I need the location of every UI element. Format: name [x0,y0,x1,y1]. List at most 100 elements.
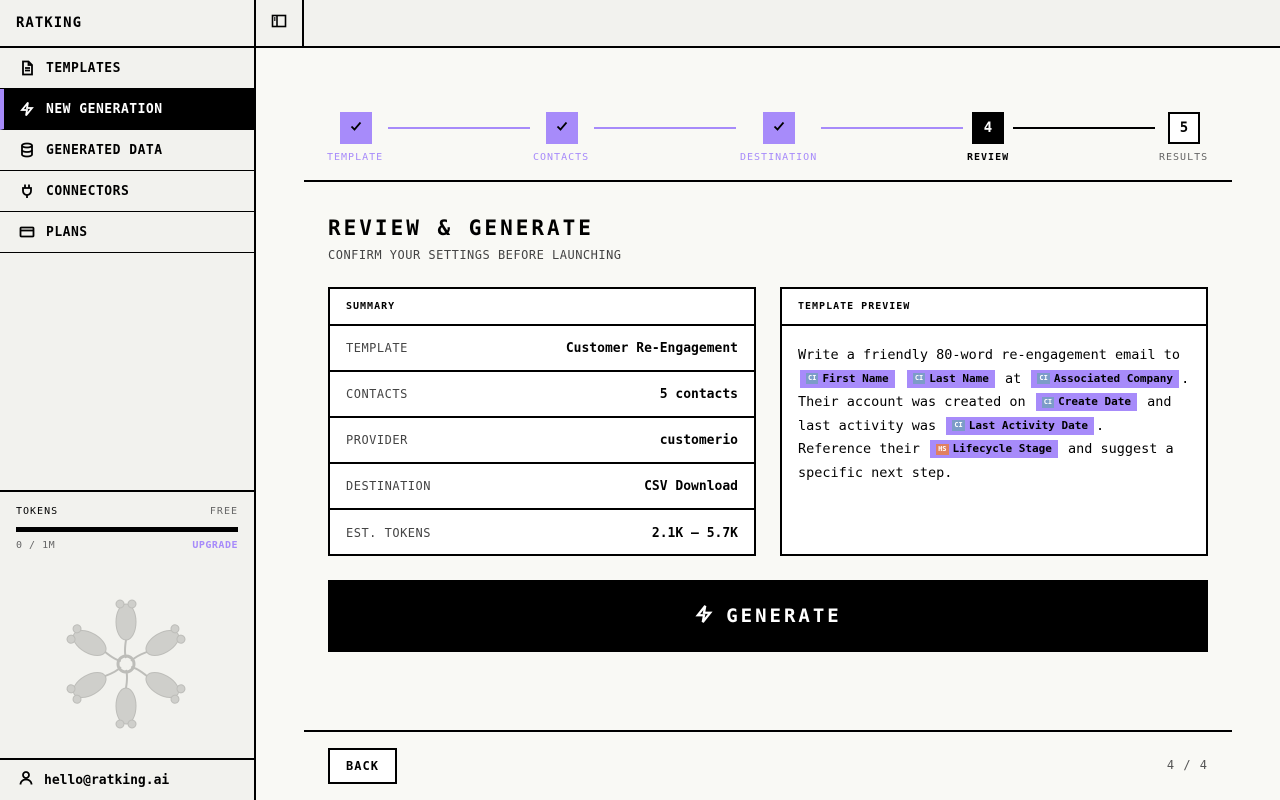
summary-label: PROVIDER [346,433,408,447]
sidebar-item-templates[interactable]: TEMPLATES [0,48,254,89]
sidebar-item-new-generation[interactable]: NEW GENERATION [0,89,254,130]
summary-label: DESTINATION [346,479,431,493]
sidebar-item-label: PLANS [46,224,88,240]
chip-label: Associated Company [1053,371,1174,385]
progress-stepper: TEMPLATE CONTACTS DESTINATION 4 REVIEW 5… [304,112,1232,182]
generate-button[interactable]: GENERATE [328,580,1208,652]
token-progress-bar [16,527,238,532]
variable-chip-create-date: CI Create Date [1035,393,1138,411]
token-usage: TOKENS FREE 0 / 1M UPGRADE [0,490,254,551]
step-contacts-label: CONTACTS [533,152,590,163]
ci-source-icon: CI [912,373,926,384]
step-connector [821,127,963,129]
variable-chip-last-name: CI Last Name [906,369,995,388]
summary-value: CSV Download [644,478,738,494]
variable-chip-last-activity-date: CI Last Activity Date [946,416,1094,435]
preview-text: . [1181,370,1190,387]
top-bar [256,0,1280,48]
preview-text: at [1005,370,1022,387]
document-icon [18,59,36,77]
hs-source-icon: HS [936,443,949,455]
summary-value: 5 contacts [659,386,738,402]
step-review-label: REVIEW [967,152,1010,163]
brand-logo[interactable]: RATKING [0,0,254,48]
back-button[interactable]: BACK [328,748,397,784]
summary-label: TEMPLATE [346,341,408,355]
summary-panel: SUMMARY TEMPLATE Customer Re-Engagement … [328,287,756,556]
summary-row-destination: DESTINATION CSV Download [330,464,754,510]
check-icon [772,119,786,137]
chip-label: Last Name [929,371,989,385]
summary-row-est-tokens: EST. TOKENS 2.1K – 5.7K [330,510,754,556]
tokens-label: TOKENS [16,506,59,517]
generate-label: GENERATE [726,605,842,627]
chip-label: Last Activity Date [968,418,1088,432]
plan-badge: FREE [209,506,238,517]
chip-label: First Name [822,371,889,385]
sidebar-item-label: NEW GENERATION [46,101,163,117]
step-counter: 4 / 4 [1166,758,1208,772]
step-connector [594,127,736,129]
token-usage-count: 0 / 1M [16,540,56,551]
summary-row-contacts: CONTACTS 5 contacts [330,372,754,418]
lightning-icon [694,604,726,629]
user-icon [18,770,44,790]
ci-source-icon: CI [806,373,819,384]
user-account[interactable]: hello@ratking.ai [0,758,254,800]
summary-header: SUMMARY [330,289,754,326]
sidebar: RATKING TEMPLATES NEW GENERATION GENERAT… [0,0,256,800]
step-template-box[interactable] [340,112,372,144]
summary-row-provider: PROVIDER customerio [330,418,754,464]
summary-label: CONTACTS [346,387,408,401]
summary-value: customerio [659,432,738,448]
step-connector [1013,127,1155,129]
sidebar-toggle-icon [271,13,287,33]
check-icon [555,119,569,137]
plug-icon [18,182,36,200]
step-results-label: RESULTS [1159,152,1209,163]
page-subtitle: CONFIRM YOUR SETTINGS BEFORE LAUNCHING [328,248,622,262]
sidebar-item-label: TEMPLATES [46,60,121,76]
variable-chip-associated-company: CI Associated Company [1031,369,1180,388]
credit-card-icon [18,223,36,241]
sidebar-item-connectors[interactable]: CONNECTORS [0,171,254,212]
preview-text: Reference their [798,441,920,457]
step-connector [388,127,530,129]
preview-text: Their account was created on [798,394,1026,410]
variable-chip-first-name: CI First Name [800,369,895,388]
summary-value: Customer Re-Engagement [565,340,738,356]
summary-value: 2.1K – 5.7K [651,525,738,541]
sidebar-item-plans[interactable]: PLANS [0,212,254,253]
step-destination-box[interactable] [763,112,795,144]
step-contacts-box[interactable] [546,112,578,144]
ci-source-icon: CI [1037,373,1050,384]
user-email: hello@ratking.ai [44,772,170,788]
sidebar-nav: TEMPLATES NEW GENERATION GENERATED DATA … [0,48,254,253]
summary-row-template: TEMPLATE Customer Re-Engagement [330,326,754,372]
preview-text: . [1095,417,1105,434]
sidebar-item-label: GENERATED DATA [46,142,163,158]
chip-label: Create Date [1058,395,1132,408]
check-icon [349,119,363,137]
step-results-box[interactable]: 5 [1168,112,1200,144]
lightning-icon [18,100,36,118]
database-icon [18,141,36,159]
summary-label: EST. TOKENS [346,526,431,540]
page-title: REVIEW & GENERATE [328,216,594,240]
chip-label: Lifecycle Stage [952,442,1052,455]
step-template-label: TEMPLATE [327,152,384,163]
template-preview-body: Write a friendly 80-word re-engagement e… [782,326,1206,503]
ci-source-icon: CI [952,420,965,431]
sidebar-toggle-button[interactable] [256,0,304,46]
step-review-box[interactable]: 4 [972,112,1004,144]
template-preview-panel: TEMPLATE PREVIEW Write a friendly 80-wor… [780,287,1208,556]
template-preview-header: TEMPLATE PREVIEW [782,289,1206,326]
rat-king-logo-icon [50,588,202,740]
variable-chip-lifecycle-stage: HS Lifecycle Stage [930,440,1058,458]
preview-text: Write a friendly 80-word re-engagement e… [798,347,1181,363]
ci-source-icon: CI [1041,396,1055,408]
upgrade-link[interactable]: UPGRADE [192,540,238,551]
brand-name: RATKING [16,15,83,31]
sidebar-item-generated-data[interactable]: GENERATED DATA [0,130,254,171]
footer-divider [304,730,1232,732]
